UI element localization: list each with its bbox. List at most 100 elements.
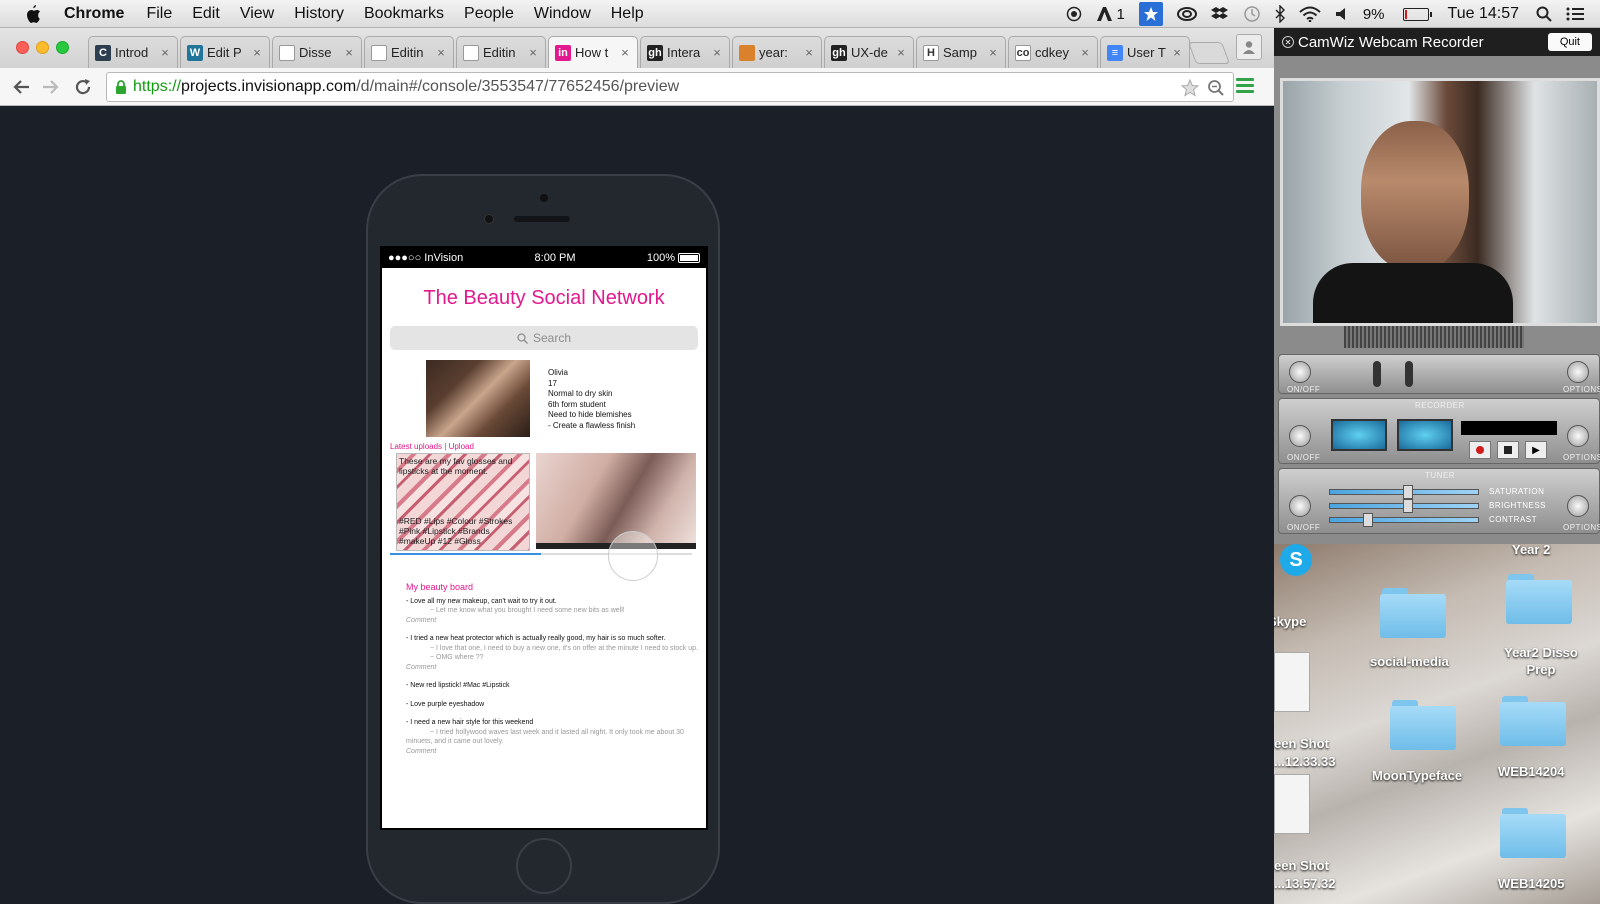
menu-people[interactable]: People — [464, 5, 514, 23]
tab-close-icon[interactable]: × — [343, 45, 355, 60]
upload-video-hair[interactable] — [536, 453, 696, 549]
tab-close-icon[interactable]: × — [987, 45, 999, 60]
adobe-icon[interactable]: 1 — [1096, 6, 1125, 23]
close-icon[interactable]: ✕ — [1282, 36, 1294, 48]
contrast-slider[interactable] — [1329, 517, 1479, 523]
quit-button[interactable]: Quit — [1547, 33, 1592, 51]
close-window-button[interactable] — [16, 41, 29, 54]
browser-tab[interactable]: gh Intera × — [640, 36, 730, 68]
recorder-power-knob[interactable] — [1289, 425, 1311, 447]
desktop-label-moon-typeface[interactable]: MoonTypeface — [1372, 768, 1462, 783]
desktop-label-shot2-b[interactable]: ...13.57.32 — [1274, 876, 1335, 891]
menu-history[interactable]: History — [294, 5, 344, 23]
record-button[interactable] — [1469, 441, 1491, 459]
menu-window[interactable]: Window — [534, 5, 591, 23]
bookmark-star-icon[interactable] — [1180, 78, 1200, 102]
skype-icon[interactable]: S — [1280, 544, 1312, 576]
volume-icon[interactable] — [1335, 7, 1349, 21]
browser-tab[interactable]: Disse × — [272, 36, 362, 68]
toggle-switch-1[interactable] — [1373, 361, 1381, 387]
options-knob[interactable] — [1567, 361, 1589, 383]
desktop-label-skype[interactable]: Skype — [1274, 614, 1306, 629]
moon-typeface-folder-icon[interactable] — [1390, 700, 1456, 750]
browser-tab[interactable]: year: × — [732, 36, 822, 68]
recorder-options-knob[interactable] — [1567, 425, 1589, 447]
comment-link[interactable]: Comment — [406, 616, 706, 626]
menu-help[interactable]: Help — [611, 5, 644, 23]
tab-close-icon[interactable]: × — [1079, 45, 1091, 60]
forward-arrow-icon[interactable] — [40, 76, 62, 98]
dropbox-icon[interactable] — [1210, 6, 1229, 22]
desktop-label-shot1-a[interactable]: een Shot — [1274, 736, 1329, 751]
tab-close-icon[interactable]: × — [435, 45, 447, 60]
toggle-switch-2[interactable] — [1405, 361, 1413, 387]
screenshot-2-thumbnail[interactable] — [1274, 774, 1310, 834]
desktop-label-year2[interactable]: Year 2 — [1512, 544, 1550, 557]
year2-disso-folder-icon[interactable] — [1506, 574, 1572, 624]
menu-file[interactable]: File — [146, 5, 172, 23]
saturation-slider-knob[interactable] — [1403, 485, 1413, 499]
contrast-slider-knob[interactable] — [1363, 513, 1373, 527]
tab-close-icon[interactable]: × — [711, 45, 723, 60]
desktop-label-year2-disso[interactable]: Year2 Disso Prep — [1500, 644, 1582, 678]
zoom-icon[interactable] — [1207, 79, 1225, 102]
menu-app-name[interactable]: Chrome — [64, 5, 124, 23]
clock[interactable]: Tue 14:57 — [1448, 5, 1519, 23]
tab-close-icon[interactable]: × — [895, 45, 907, 60]
tab-close-icon[interactable]: × — [619, 45, 631, 60]
search-input[interactable]: Search — [390, 326, 698, 350]
creative-cloud-icon[interactable] — [1176, 7, 1197, 21]
screenshot-1-thumbnail[interactable] — [1274, 652, 1310, 712]
home-button[interactable] — [516, 838, 572, 894]
browser-tab[interactable]: Editin × — [456, 36, 546, 68]
stop-button[interactable] — [1497, 441, 1519, 459]
profile-photo[interactable] — [426, 360, 530, 437]
tuner-options-knob[interactable] — [1567, 495, 1589, 517]
social-media-folder-icon[interactable] — [1380, 588, 1446, 638]
brightness-slider-knob[interactable] — [1403, 499, 1413, 513]
time-machine-icon[interactable] — [1243, 5, 1261, 23]
desktop-label-web14205[interactable]: WEB14205 — [1498, 876, 1564, 891]
back-arrow-icon[interactable] — [10, 76, 32, 98]
comment-link[interactable]: Comment — [406, 747, 706, 757]
browser-tab[interactable]: gh UX-de × — [824, 36, 914, 68]
tab-close-icon[interactable]: × — [527, 45, 539, 60]
tab-close-icon[interactable]: × — [803, 45, 815, 60]
spotlight-icon[interactable] — [1536, 6, 1552, 22]
new-tab-button[interactable] — [1187, 42, 1231, 64]
apple-icon[interactable] — [22, 3, 44, 25]
tuner-power-knob[interactable] — [1289, 495, 1311, 517]
menu-edit[interactable]: Edit — [192, 5, 220, 23]
tab-close-icon[interactable]: × — [251, 45, 263, 60]
browser-tab[interactable]: W Edit P × — [180, 36, 270, 68]
browser-tab[interactable]: ≡ User T × — [1100, 36, 1190, 68]
notification-center-icon[interactable] — [1566, 7, 1584, 21]
tab-close-icon[interactable]: × — [159, 45, 171, 60]
wifi-icon[interactable] — [1299, 6, 1321, 22]
web14204-folder-icon[interactable] — [1500, 696, 1566, 746]
battery-icon[interactable] — [1399, 7, 1432, 21]
menu-bookmarks[interactable]: Bookmarks — [364, 5, 444, 23]
reload-icon[interactable] — [72, 76, 94, 98]
power-knob[interactable] — [1289, 361, 1311, 383]
minimize-window-button[interactable] — [36, 41, 49, 54]
tab-close-icon[interactable]: × — [1171, 45, 1183, 60]
comment-link[interactable]: Comment — [406, 663, 706, 673]
profile-icon[interactable] — [1236, 34, 1262, 60]
browser-tab[interactable]: in How t × — [548, 36, 638, 68]
play-button[interactable]: ▶ — [1525, 441, 1547, 459]
upload-card-lipsticks[interactable]: These are my fav glosses and lipsticks a… — [396, 453, 530, 551]
browser-tab[interactable]: Editin × — [364, 36, 454, 68]
menu-view[interactable]: View — [240, 5, 274, 23]
browser-tab[interactable]: H Samp × — [916, 36, 1006, 68]
uploads-carousel[interactable]: These are my fav glosses and lipsticks a… — [382, 453, 706, 581]
desktop-label-shot1-b[interactable]: ...12.33.33 — [1274, 754, 1335, 769]
browser-tab[interactable]: C Introd × — [88, 36, 178, 68]
star-badge-icon[interactable] — [1138, 2, 1163, 26]
desktop-label-social-media[interactable]: social-media — [1370, 654, 1449, 669]
desktop-label-web14204[interactable]: WEB14204 — [1498, 764, 1564, 779]
desktop-label-shot2-a[interactable]: een Shot — [1274, 858, 1329, 873]
record-status-icon[interactable] — [1066, 6, 1082, 22]
web14205-folder-icon[interactable] — [1500, 808, 1566, 858]
browser-tab[interactable]: co cdkey × — [1008, 36, 1098, 68]
